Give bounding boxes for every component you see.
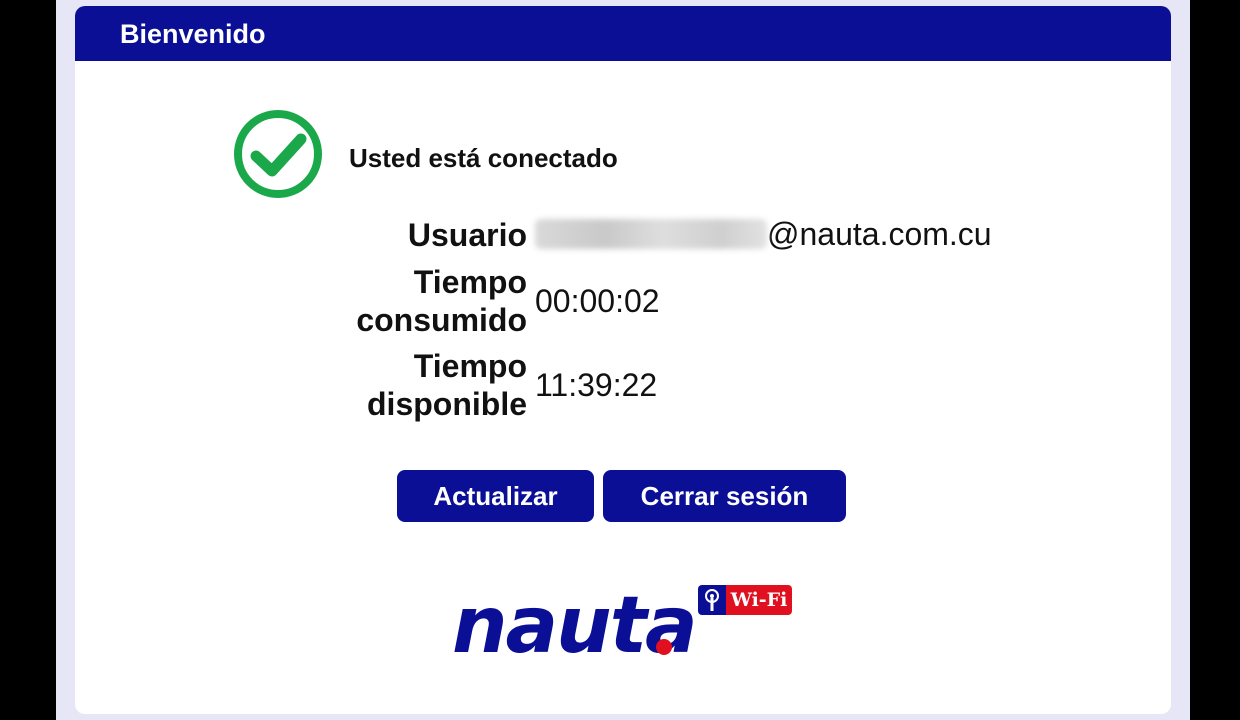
page-background: Bienvenido Usted está conectado Usuario …	[56, 0, 1190, 720]
session-info-table: Usuario @nauta.com.cu Tiempo consumido 00…	[315, 211, 992, 427]
check-circle-icon	[234, 110, 322, 198]
time-used-row: Tiempo consumido 00:00:02	[315, 259, 992, 343]
time-left-value: 11:39:22	[535, 366, 658, 403]
welcome-panel: Bienvenido Usted está conectado Usuario …	[75, 6, 1171, 714]
time-used-label: Tiempo consumido	[356, 263, 527, 338]
time-left-label: Tiempo disponible	[367, 347, 527, 422]
logo-word: nauta	[452, 581, 698, 671]
user-value: @nauta.com.cu	[535, 211, 992, 259]
user-domain: @nauta.com.cu	[767, 216, 992, 252]
wifi-antenna-icon	[698, 585, 726, 615]
panel-title: Bienvenido	[120, 19, 266, 49]
panel-header: Bienvenido	[75, 6, 1171, 61]
user-row: Usuario @nauta.com.cu	[315, 211, 992, 259]
connection-status: Usted está conectado	[349, 143, 618, 173]
time-left-row: Tiempo disponible 11:39:22	[315, 343, 992, 427]
time-used-value: 00:00:02	[535, 282, 660, 319]
nauta-logo: nauta Wi-Fi	[450, 581, 800, 671]
wifi-badge: Wi-Fi	[698, 585, 792, 615]
logo-red-dot	[656, 639, 672, 655]
user-label: Usuario	[407, 216, 527, 253]
refresh-button[interactable]: Actualizar	[397, 470, 594, 522]
redacted-username	[535, 218, 767, 249]
logout-button[interactable]: Cerrar sesión	[603, 470, 846, 522]
wifi-label: Wi-Fi	[726, 585, 792, 615]
